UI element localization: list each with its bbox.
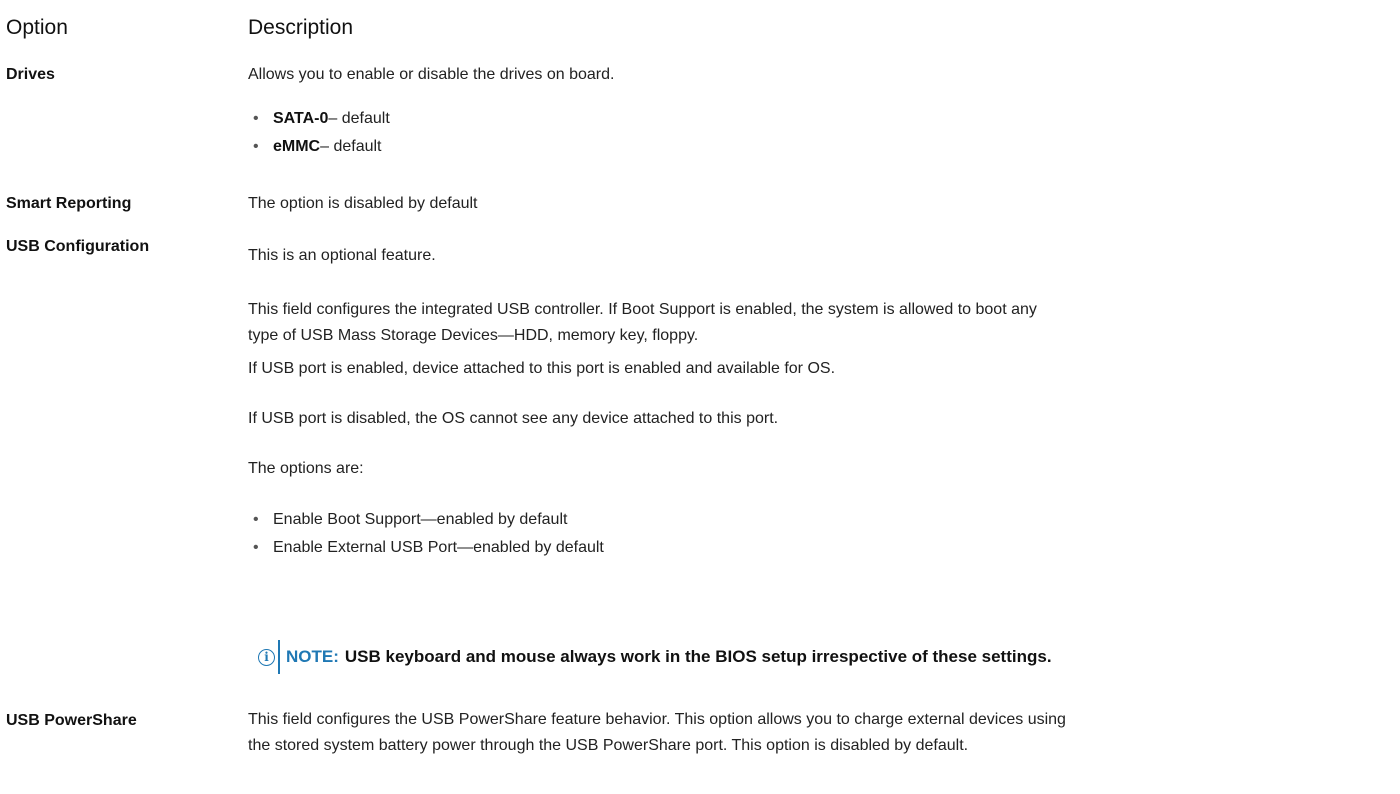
bullet-icon: • bbox=[253, 138, 259, 155]
drives-item-sata-suffix: – default bbox=[328, 110, 390, 127]
usb-configuration-options-intro: The options are: bbox=[248, 460, 364, 477]
usb-configuration-port-disabled: If USB port is disabled, the OS cannot s… bbox=[248, 410, 779, 427]
note-divider bbox=[278, 640, 280, 674]
option-drives-label: Drives bbox=[6, 66, 55, 83]
bullet-icon: • bbox=[253, 511, 259, 528]
option-usb-powershare-label: USB PowerShare bbox=[6, 712, 137, 729]
note-callout: i NOTE: USB keyboard and mouse always wo… bbox=[258, 640, 1052, 674]
usb-configuration-optional: This is an optional feature. bbox=[248, 247, 436, 264]
bullet-icon: • bbox=[253, 110, 259, 127]
drives-item-emmc-name: eMMC bbox=[273, 138, 321, 155]
usb-configuration-port-enabled: If USB port is enabled, device attached … bbox=[248, 360, 836, 377]
column-header-option: Option bbox=[6, 16, 68, 39]
note-text: USB keyboard and mouse always work in th… bbox=[344, 647, 1052, 666]
info-icon: i bbox=[258, 648, 275, 666]
option-drives-description: Allows you to enable or disable the driv… bbox=[248, 66, 615, 83]
usb-powershare-line2: the stored system battery power through … bbox=[248, 737, 969, 754]
option-smart-reporting-label: Smart Reporting bbox=[6, 195, 132, 212]
option-smart-reporting-description: The option is disabled by default bbox=[248, 195, 478, 212]
drives-item-emmc-suffix: – default bbox=[320, 138, 382, 155]
usb-option-boot-support: Enable Boot Support—enabled by default bbox=[273, 511, 568, 528]
usb-configuration-paragraph-line1: This field configures the integrated USB… bbox=[248, 301, 1037, 318]
usb-powershare-line1: This field configures the USB PowerShare… bbox=[248, 711, 1066, 728]
drives-item-emmc: eMMC– default bbox=[273, 134, 382, 160]
bullet-icon: • bbox=[253, 539, 259, 556]
column-header-description: Description bbox=[248, 16, 354, 39]
bios-options-table: Option Description Drives Allows you to … bbox=[0, 0, 1400, 794]
drives-item-sata: SATA-0– default bbox=[273, 106, 390, 132]
option-usb-configuration-label: USB Configuration bbox=[6, 238, 150, 255]
note-label: NOTE: bbox=[286, 647, 339, 666]
drives-item-sata-name: SATA-0 bbox=[273, 110, 329, 127]
usb-configuration-paragraph-line2: type of USB Mass Storage Devices—HDD, me… bbox=[248, 327, 699, 344]
usb-option-external-port: Enable External USB Port—enabled by defa… bbox=[273, 539, 604, 556]
